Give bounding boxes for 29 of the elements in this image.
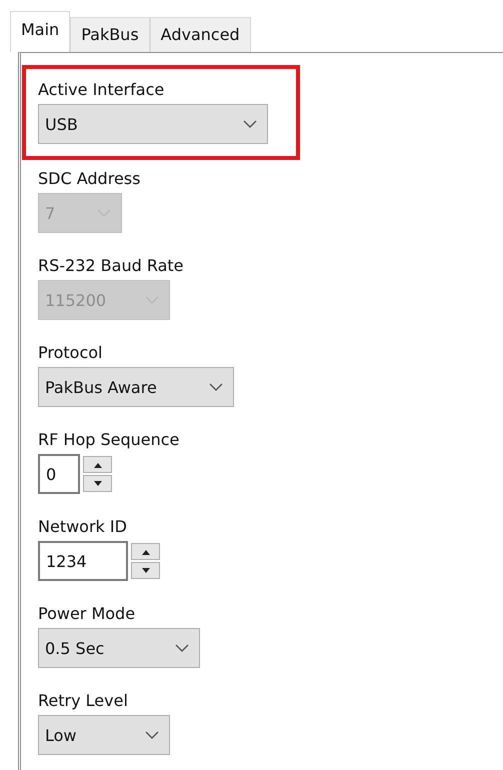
triangle-up-icon — [140, 548, 150, 554]
triangle-down-icon — [92, 480, 102, 486]
spin-down-button[interactable] — [131, 562, 160, 579]
tab[interactable]: Advanced — [150, 17, 251, 52]
spin-down-button[interactable] — [83, 475, 112, 492]
dropdown[interactable]: PakBus Aware — [38, 367, 234, 407]
tab[interactable]: PakBus — [70, 17, 150, 52]
dropdown[interactable]: 0.5 Sec — [38, 628, 200, 668]
triangle-up-icon — [92, 462, 102, 468]
number-field[interactable]: 0 — [38, 454, 80, 494]
field-label: SDC Address — [38, 168, 140, 190]
number-field[interactable]: 1234 — [38, 541, 128, 581]
spin-up-button[interactable] — [131, 543, 160, 560]
dropdown[interactable]: Low — [38, 715, 170, 755]
chevron-down-icon — [209, 382, 223, 392]
field-label: Network ID — [38, 516, 127, 538]
field-label: RF Hop Sequence — [38, 429, 180, 451]
chevron-down-icon — [243, 120, 257, 128]
spin-up-button[interactable] — [83, 456, 112, 473]
chevron-down-icon — [175, 644, 189, 652]
tab[interactable]: Main — [10, 11, 70, 52]
field-label: Retry Level — [38, 690, 128, 712]
triangle-down-icon — [140, 568, 150, 574]
field-label: Protocol — [38, 342, 102, 364]
field-label: RS-232 Baud Rate — [38, 255, 184, 277]
chevron-down-icon — [145, 730, 159, 740]
field-label: Active Interface — [38, 79, 164, 101]
dropdown[interactable]: USB — [38, 104, 268, 144]
field-label: Power Mode — [38, 603, 136, 625]
